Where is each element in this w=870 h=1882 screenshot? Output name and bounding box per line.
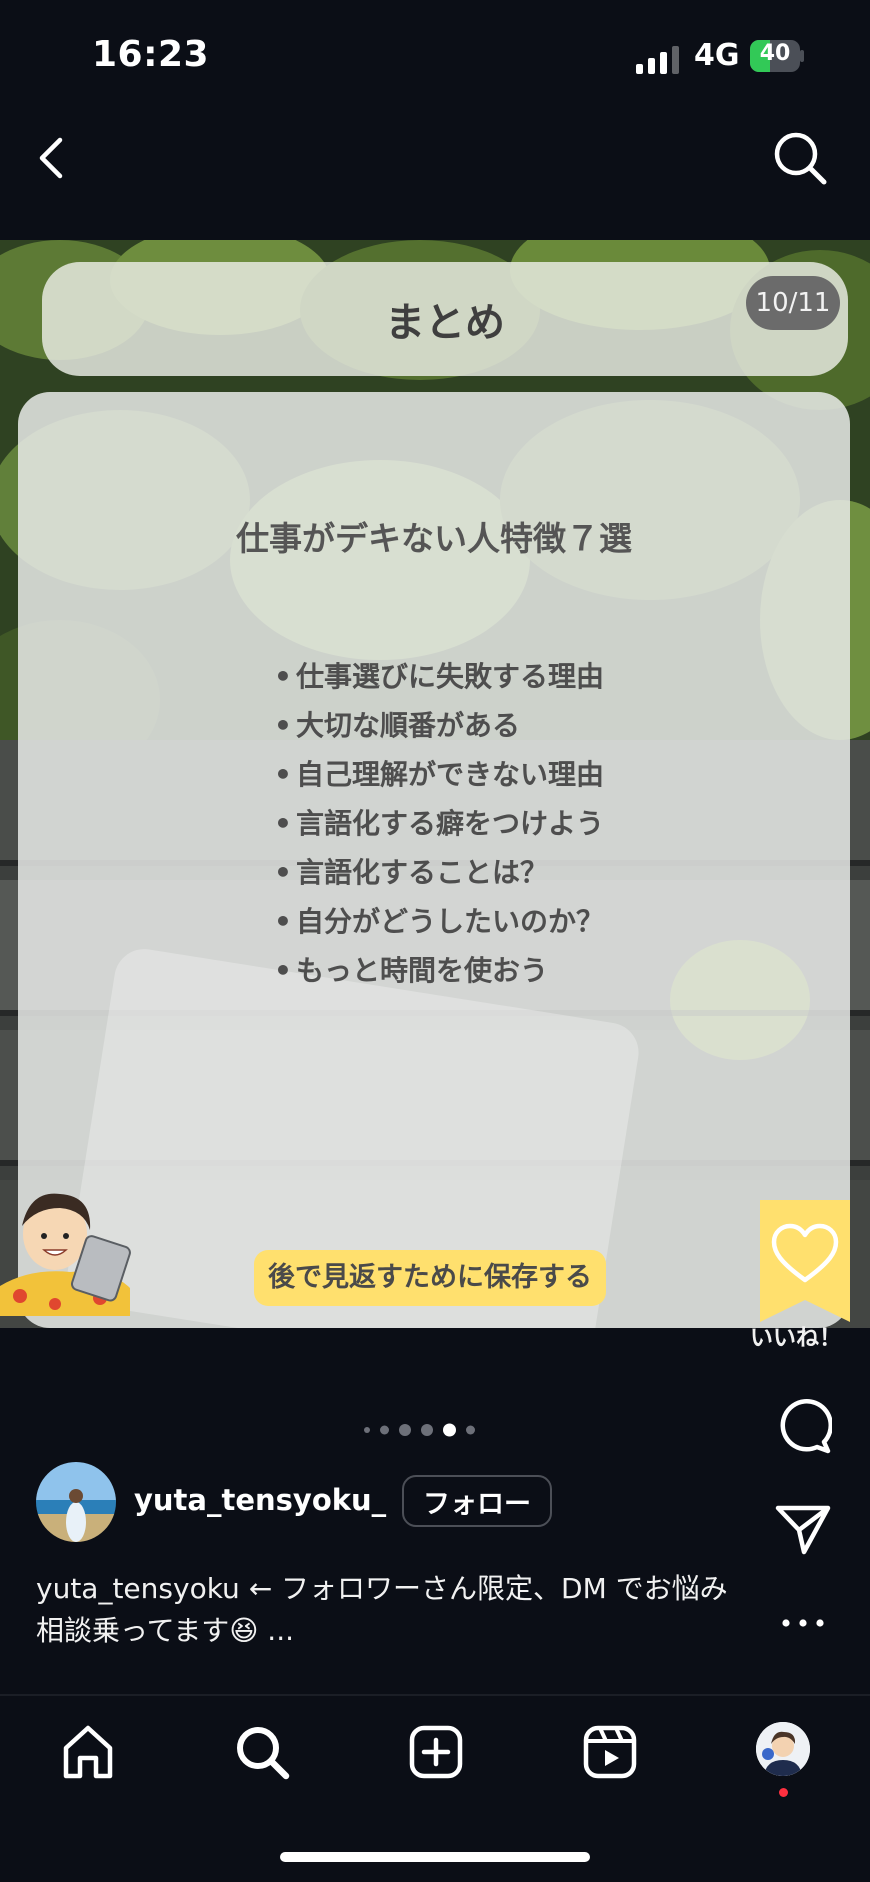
carousel-dot [421, 1424, 433, 1436]
battery-level: 40 [759, 41, 791, 66]
list-item: 言語化する癖をつけよう [274, 799, 604, 848]
battery-icon: 40 [750, 40, 804, 72]
nav-search[interactable] [232, 1722, 292, 1782]
nav-create[interactable] [406, 1722, 466, 1782]
list-item: 仕事選びに失敗する理由 [274, 652, 604, 701]
summary-heading: 仕事がデキない人特徴７選 [236, 519, 632, 558]
nav-divider [0, 1694, 870, 1696]
more-icon [782, 1619, 824, 1627]
network-type: 4G [694, 38, 740, 73]
slide-title: まとめ [42, 262, 848, 376]
status-time: 16:23 [92, 34, 210, 75]
nav-home[interactable] [58, 1722, 118, 1782]
list-item: もっと時間を使おう [274, 946, 604, 995]
share-button[interactable] [774, 1500, 832, 1558]
carousel-dot [380, 1425, 389, 1435]
heart-ribbon-icon [760, 1200, 850, 1322]
list-item: 自分がどうしたいのか？ [274, 897, 604, 946]
summary-card: 仕事がデキない人特徴７選 仕事選びに失敗する理由 大切な順番がある 自己理解がで… [18, 392, 850, 1328]
profile-photo-icon [36, 1462, 116, 1542]
post-username[interactable]: yuta_tensyoku_ [134, 1483, 386, 1517]
post-caption[interactable]: yuta_tensyoku ← フォロワーさん限定、DM でお悩み相談乗ってます… [36, 1568, 736, 1652]
home-icon [63, 1725, 113, 1779]
post-image-slide[interactable]: まとめ 10/11 仕事がデキない人特徴７選 仕事選びに失敗する理由 大切な順番… [0, 240, 870, 1328]
follow-button[interactable]: フォロー [402, 1475, 552, 1527]
nav-profile-avatar[interactable] [756, 1722, 810, 1776]
page-indicator-badge: 10/11 [746, 276, 840, 330]
profile-avatar-icon [756, 1722, 810, 1776]
comment-icon [780, 1399, 833, 1454]
comment-button[interactable] [774, 1396, 833, 1454]
back-button[interactable] [30, 128, 78, 188]
reels-icon [583, 1725, 637, 1779]
share-icon [775, 1505, 831, 1555]
list-item: 大切な順番がある [274, 701, 604, 750]
character-illustration-icon [0, 1193, 131, 1316]
avatar[interactable] [36, 1462, 116, 1542]
list-item: 自己理解ができない理由 [274, 750, 604, 799]
list-item: 言語化することは？ [274, 848, 604, 897]
save-prompt-label: 後で見返すために保存する [254, 1250, 606, 1306]
carousel-dot-active [443, 1423, 456, 1437]
signal-strength-icon [636, 44, 680, 74]
carousel-indicator [364, 1422, 494, 1438]
create-icon [409, 1725, 463, 1779]
search-icon [237, 1727, 290, 1780]
carousel-dot [466, 1425, 475, 1435]
like-button[interactable] [760, 1200, 850, 1322]
like-label: いいね！ [750, 1325, 842, 1351]
summary-list: 仕事選びに失敗する理由 大切な順番がある 自己理解ができない理由 言語化する癖を… [274, 652, 604, 995]
chevron-left-icon [39, 137, 63, 179]
home-indicator [280, 1852, 590, 1862]
notification-dot [779, 1788, 788, 1797]
search-icon [774, 132, 827, 185]
carousel-dot [399, 1424, 411, 1436]
carousel-dot [364, 1427, 370, 1433]
search-button[interactable] [770, 128, 830, 188]
more-options-button[interactable] [774, 1594, 832, 1652]
nav-reels[interactable] [580, 1722, 640, 1782]
